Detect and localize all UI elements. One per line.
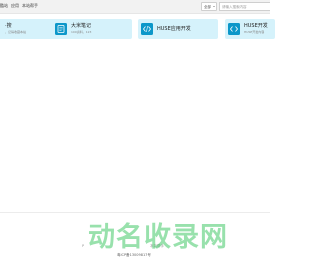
search-scope-select[interactable]: 全部: [201, 2, 217, 11]
nav-item-apps[interactable]: 应用: [11, 3, 19, 9]
footer-links: P 本站帮手: [0, 244, 270, 249]
card-title: 大米笔记: [71, 23, 92, 29]
notes-icon: [55, 23, 67, 35]
card-title: HUSE开发: [244, 23, 268, 29]
chevron-down-icon: [213, 6, 215, 7]
site-card[interactable]: 大米笔记 100资料，123: [52, 19, 132, 39]
code-icon: [228, 23, 240, 35]
card-subtitle: 100资料，123: [71, 30, 92, 34]
icp-license[interactable]: 粤ICP备13009817号: [117, 253, 151, 258]
card-title: ·搜: [5, 23, 12, 29]
site-card[interactable]: HUSE开发 HUSE开发内容: [225, 19, 275, 39]
card-subtitle: ，记得收藏本站: [5, 30, 27, 34]
top-bar: 酷站 应用 本站帮手 全部: [0, 0, 270, 14]
site-card[interactable]: HUSE应用开发: [138, 19, 218, 39]
search-scope-label: 全部: [204, 5, 211, 9]
nav-item-sites[interactable]: 酷站: [0, 3, 8, 9]
card-subtitle: HUSE开发内容: [244, 30, 265, 34]
footer-link[interactable]: P: [82, 244, 84, 249]
code-icon: [141, 23, 153, 35]
card-title: HUSE应用开发: [157, 26, 191, 32]
nav-item-helper[interactable]: 本站帮手: [22, 3, 38, 9]
search-input[interactable]: [219, 2, 270, 11]
footer-link[interactable]: 本站帮手: [150, 244, 164, 249]
